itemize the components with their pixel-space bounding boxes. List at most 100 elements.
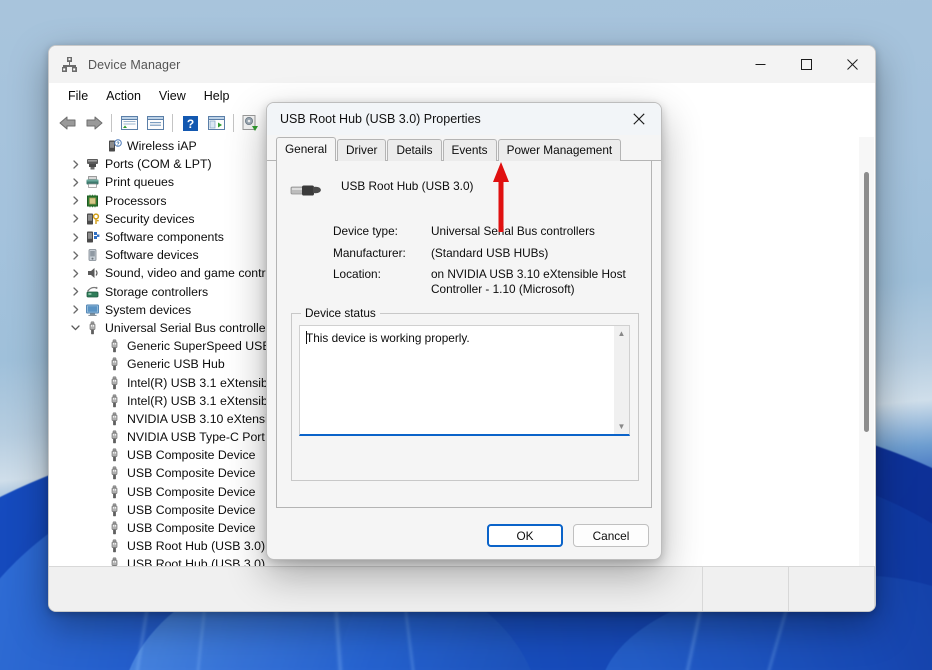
- printer-icon: [83, 175, 101, 189]
- tree-item-label: Print queues: [101, 175, 174, 189]
- dialog-button-row: OK Cancel: [477, 524, 649, 547]
- dialog-tabstrip: General Driver Details Events Power Mana…: [267, 139, 661, 161]
- red-up-arrow-annotation: [492, 160, 510, 232]
- chevron-right-icon[interactable]: [67, 214, 83, 223]
- chevron-right-icon[interactable]: [67, 196, 83, 205]
- tab-details[interactable]: Details: [387, 139, 441, 161]
- scan-hardware-icon[interactable]: [203, 111, 229, 135]
- chevron-right-icon[interactable]: [67, 178, 83, 187]
- window-title: Device Manager: [88, 58, 180, 72]
- show-hidden-devices-icon[interactable]: [116, 111, 142, 135]
- menu-file[interactable]: File: [59, 86, 97, 106]
- toolbar-separator: [111, 114, 112, 132]
- help-icon[interactable]: ?: [177, 111, 203, 135]
- tree-item-label: USB Composite Device: [123, 521, 255, 535]
- forward-icon[interactable]: [81, 111, 107, 135]
- tree-item-label: USB Composite Device: [123, 485, 255, 499]
- field-device-type: Device type: Universal Serial Bus contro…: [277, 224, 651, 239]
- menu-action[interactable]: Action: [97, 86, 150, 106]
- tree-item-label: Software devices: [101, 248, 199, 262]
- svg-text:?: ?: [186, 117, 193, 131]
- properties-dialog: USB Root Hub (USB 3.0) Properties Genera…: [266, 102, 662, 560]
- scroll-down-icon[interactable]: ▼: [618, 419, 626, 434]
- dialog-title: USB Root Hub (USB 3.0) Properties: [280, 112, 481, 126]
- usb-icon: [105, 521, 123, 535]
- status-bar-segment: [703, 567, 789, 611]
- device-status-label: Device status: [301, 306, 380, 320]
- usb-icon: [105, 394, 123, 408]
- close-icon[interactable]: [617, 103, 661, 135]
- usb-icon: [105, 357, 123, 371]
- security-device-icon: [83, 212, 101, 226]
- device-name: USB Root Hub (USB 3.0): [323, 174, 473, 193]
- dialog-titlebar[interactable]: USB Root Hub (USB 3.0) Properties: [267, 103, 661, 135]
- chevron-right-icon[interactable]: [67, 251, 83, 260]
- tab-events[interactable]: Events: [443, 139, 497, 161]
- tree-item-label: Universal Serial Bus controllers: [101, 321, 276, 335]
- field-manufacturer: Manufacturer: (Standard USB HUBs): [277, 246, 651, 261]
- usb-icon: [105, 485, 123, 499]
- field-label: Manufacturer:: [333, 246, 431, 261]
- properties-icon[interactable]: [142, 111, 168, 135]
- menu-view[interactable]: View: [150, 86, 195, 106]
- toolbar-separator: [172, 114, 173, 132]
- storage-controller-icon: [83, 285, 101, 299]
- chevron-right-icon[interactable]: [67, 269, 83, 278]
- software-device-icon: [83, 248, 101, 262]
- field-value: on NVIDIA USB 3.10 eXtensible Host Contr…: [431, 267, 636, 296]
- svg-text:?: ?: [116, 141, 119, 147]
- chevron-right-icon[interactable]: [67, 305, 83, 314]
- device-status-textbox[interactable]: This device is working properly. ▲ ▼: [299, 325, 630, 436]
- field-location: Location: on NVIDIA USB 3.10 eXtensible …: [277, 267, 651, 296]
- window-titlebar[interactable]: Device Manager: [49, 46, 875, 83]
- maximize-button[interactable]: [783, 46, 829, 83]
- minimize-button[interactable]: [737, 46, 783, 83]
- tab-driver[interactable]: Driver: [337, 139, 386, 161]
- processor-icon: [83, 194, 101, 208]
- tree-vertical-scrollbar[interactable]: [859, 137, 874, 567]
- usb-icon: [105, 448, 123, 462]
- status-bar-segment: [49, 567, 703, 611]
- software-component-icon: [83, 230, 101, 244]
- tree-item-label: Ports (COM & LPT): [101, 157, 212, 171]
- chevron-right-icon[interactable]: [67, 160, 83, 169]
- back-icon[interactable]: [55, 111, 81, 135]
- usb-icon: [105, 503, 123, 517]
- tree-item-label: USB Composite Device: [123, 466, 255, 480]
- text-caret: [306, 331, 307, 344]
- field-value: (Standard USB HUBs): [431, 246, 651, 261]
- usb-connector-icon: [289, 174, 323, 206]
- tree-item-label: USB Root Hub (USB 3.0): [123, 539, 265, 553]
- ok-button[interactable]: OK: [487, 524, 563, 547]
- status-bar-segment: [789, 567, 875, 611]
- scrollbar-thumb[interactable]: [864, 172, 869, 432]
- tab-power-management[interactable]: Power Management: [498, 139, 622, 161]
- wireless-device-icon: ?: [105, 139, 123, 153]
- field-value: Universal Serial Bus controllers: [431, 224, 651, 239]
- device-header: USB Root Hub (USB 3.0): [277, 161, 651, 206]
- cancel-button[interactable]: Cancel: [573, 524, 649, 547]
- device-status-group: Device status This device is working pro…: [291, 313, 639, 481]
- usb-icon: [105, 339, 123, 353]
- toolbar-separator: [233, 114, 234, 132]
- general-tab-panel: USB Root Hub (USB 3.0) Device type: Univ…: [276, 161, 652, 508]
- tree-item-label: Security devices: [101, 212, 195, 226]
- chevron-right-icon[interactable]: [67, 287, 83, 296]
- tree-item-label: USB Composite Device: [123, 503, 255, 517]
- ports-icon: [83, 157, 101, 171]
- device-manager-icon: [61, 56, 78, 73]
- usb-icon: [83, 321, 101, 335]
- scroll-up-icon[interactable]: ▲: [618, 326, 626, 341]
- close-button[interactable]: [829, 46, 875, 83]
- status-textbox-scrollbar[interactable]: ▲ ▼: [614, 326, 629, 434]
- status-bar: [49, 566, 875, 611]
- sound-icon: [83, 266, 101, 280]
- chevron-down-icon[interactable]: [67, 323, 83, 332]
- device-status-text: This device is working properly.: [300, 326, 629, 350]
- tree-item-label: Software components: [101, 230, 224, 244]
- tree-item-label: Processors: [101, 194, 167, 208]
- menu-help[interactable]: Help: [195, 86, 239, 106]
- tab-general[interactable]: General: [276, 137, 336, 161]
- chevron-right-icon[interactable]: [67, 233, 83, 242]
- update-driver-icon[interactable]: [238, 111, 264, 135]
